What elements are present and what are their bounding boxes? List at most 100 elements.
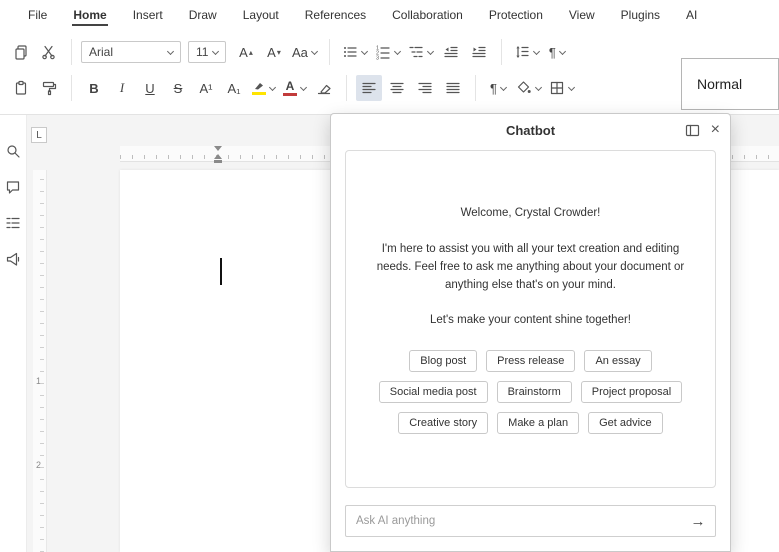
- suggestion-make-a-plan[interactable]: Make a plan: [497, 412, 579, 434]
- line-spacing-button[interactable]: [511, 39, 542, 65]
- ruler-number: 2: [36, 460, 41, 470]
- decrease-font-label: A: [267, 45, 276, 60]
- left-indent-marker[interactable]: [214, 160, 222, 163]
- suggestion-row: Creative story Make a plan Get advice: [398, 412, 662, 434]
- close-icon: ×: [711, 122, 720, 138]
- suggestion-creative-story[interactable]: Creative story: [398, 412, 488, 434]
- font-name-select[interactable]: Arial: [81, 41, 181, 63]
- paste-button[interactable]: [8, 75, 34, 101]
- menu-plugins[interactable]: Plugins: [608, 0, 673, 30]
- close-button[interactable]: ×: [711, 122, 720, 138]
- multilevel-list-button[interactable]: [405, 39, 436, 65]
- send-button[interactable]: →: [681, 513, 715, 530]
- suggestion-row: Blog post Press release An essay: [409, 350, 651, 372]
- chevron-down-icon: [269, 83, 276, 90]
- menu-view[interactable]: View: [556, 0, 608, 30]
- subscript-button[interactable]: A₁: [221, 75, 247, 101]
- caret-down-icon: ▾: [277, 48, 281, 57]
- menu-collaboration[interactable]: Collaboration: [379, 0, 476, 30]
- increase-font-button[interactable]: A▴: [233, 39, 259, 65]
- style-gallery-normal[interactable]: Normal: [681, 58, 779, 110]
- toolbar-separator: [346, 75, 347, 101]
- font-size-select[interactable]: 11: [188, 41, 226, 63]
- indent-marker[interactable]: [214, 146, 222, 163]
- ruler-number: 1: [36, 376, 41, 386]
- navigation-button[interactable]: [3, 213, 23, 233]
- search-button[interactable]: [3, 141, 23, 161]
- comment-icon: [5, 179, 21, 195]
- increase-font-label: A: [239, 45, 248, 60]
- first-line-indent-marker[interactable]: [214, 146, 222, 151]
- expand-window-button[interactable]: [685, 124, 700, 137]
- increase-indent-button[interactable]: [466, 39, 492, 65]
- toolbar-separator: [71, 39, 72, 65]
- menu-protection[interactable]: Protection: [476, 0, 556, 30]
- change-case-button[interactable]: Aa: [289, 39, 320, 65]
- nonprinting-characters-button[interactable]: ¶: [544, 39, 570, 65]
- chatbot-welcome-text: Welcome, Crystal Crowder!: [372, 207, 689, 219]
- copy-button[interactable]: [8, 39, 34, 65]
- suggestion-brainstorm[interactable]: Brainstorm: [497, 381, 572, 403]
- chevron-down-icon: [559, 47, 566, 54]
- menu-references[interactable]: References: [292, 0, 379, 30]
- suggestion-an-essay[interactable]: An essay: [584, 350, 651, 372]
- italic-button[interactable]: I: [109, 75, 135, 101]
- clear-style-button[interactable]: [311, 75, 337, 101]
- numbered-list-button[interactable]: 123: [372, 39, 403, 65]
- feedback-button[interactable]: [3, 249, 23, 269]
- font-color-swatch: [283, 93, 297, 96]
- chevron-down-icon: [568, 83, 575, 90]
- underline-button[interactable]: U: [137, 75, 163, 101]
- toolbar-row-1: Arial 11 A▴ A▾ Aa 123: [8, 34, 779, 70]
- menu-layout[interactable]: Layout: [230, 0, 292, 30]
- ruler-ticks: [40, 170, 44, 552]
- toolbar-separator: [71, 75, 72, 101]
- numbered-list-icon: 123: [375, 44, 391, 60]
- increase-indent-icon: [471, 44, 487, 60]
- bullet-list-button[interactable]: [339, 39, 370, 65]
- tab-stop-selector[interactable]: L: [31, 127, 47, 143]
- highlight-color-swatch: [252, 92, 266, 95]
- cut-button[interactable]: [36, 39, 62, 65]
- suggestion-project-proposal[interactable]: Project proposal: [581, 381, 683, 403]
- decrease-indent-button[interactable]: [438, 39, 464, 65]
- decrease-indent-icon: [443, 44, 459, 60]
- comments-button[interactable]: [3, 177, 23, 197]
- vertical-ruler[interactable]: 1 2: [33, 170, 47, 552]
- align-right-button[interactable]: [412, 75, 438, 101]
- strikeout-button[interactable]: S: [165, 75, 191, 101]
- suggestion-social-media-post[interactable]: Social media post: [379, 381, 488, 403]
- clipboard-icon: [13, 80, 29, 96]
- copy-style-button[interactable]: [36, 75, 62, 101]
- caret-up-icon: ▴: [249, 48, 253, 57]
- highlight-color-button[interactable]: [249, 75, 278, 101]
- chatbot-input[interactable]: [346, 515, 681, 527]
- align-justify-button[interactable]: [440, 75, 466, 101]
- borders-button[interactable]: [546, 75, 577, 101]
- suggestion-blog-post[interactable]: Blog post: [409, 350, 477, 372]
- bold-label: B: [89, 81, 98, 96]
- menu-insert[interactable]: Insert: [120, 0, 176, 30]
- align-left-button[interactable]: [356, 75, 382, 101]
- suggestion-press-release[interactable]: Press release: [486, 350, 575, 372]
- menu-home[interactable]: Home: [60, 0, 119, 30]
- suggestion-get-advice[interactable]: Get advice: [588, 412, 663, 434]
- shading-button[interactable]: [513, 75, 544, 101]
- hanging-indent-marker[interactable]: [214, 154, 222, 159]
- paragraph-direction-button[interactable]: ¶: [485, 75, 511, 101]
- align-center-button[interactable]: [384, 75, 410, 101]
- borders-icon: [549, 80, 565, 96]
- toolbar-separator: [329, 39, 330, 65]
- chevron-down-icon: [212, 47, 219, 54]
- superscript-button[interactable]: A¹: [193, 75, 219, 101]
- menu-draw[interactable]: Draw: [176, 0, 230, 30]
- font-color-button[interactable]: A: [280, 75, 309, 101]
- bold-button[interactable]: B: [81, 75, 107, 101]
- menu-ai[interactable]: AI: [673, 0, 710, 30]
- chatbot-header[interactable]: Chatbot ×: [331, 114, 730, 146]
- align-left-icon: [361, 80, 377, 96]
- align-center-icon: [389, 80, 405, 96]
- superscript-label: A¹: [200, 81, 213, 96]
- menu-file[interactable]: File: [15, 0, 60, 30]
- decrease-font-button[interactable]: A▾: [261, 39, 287, 65]
